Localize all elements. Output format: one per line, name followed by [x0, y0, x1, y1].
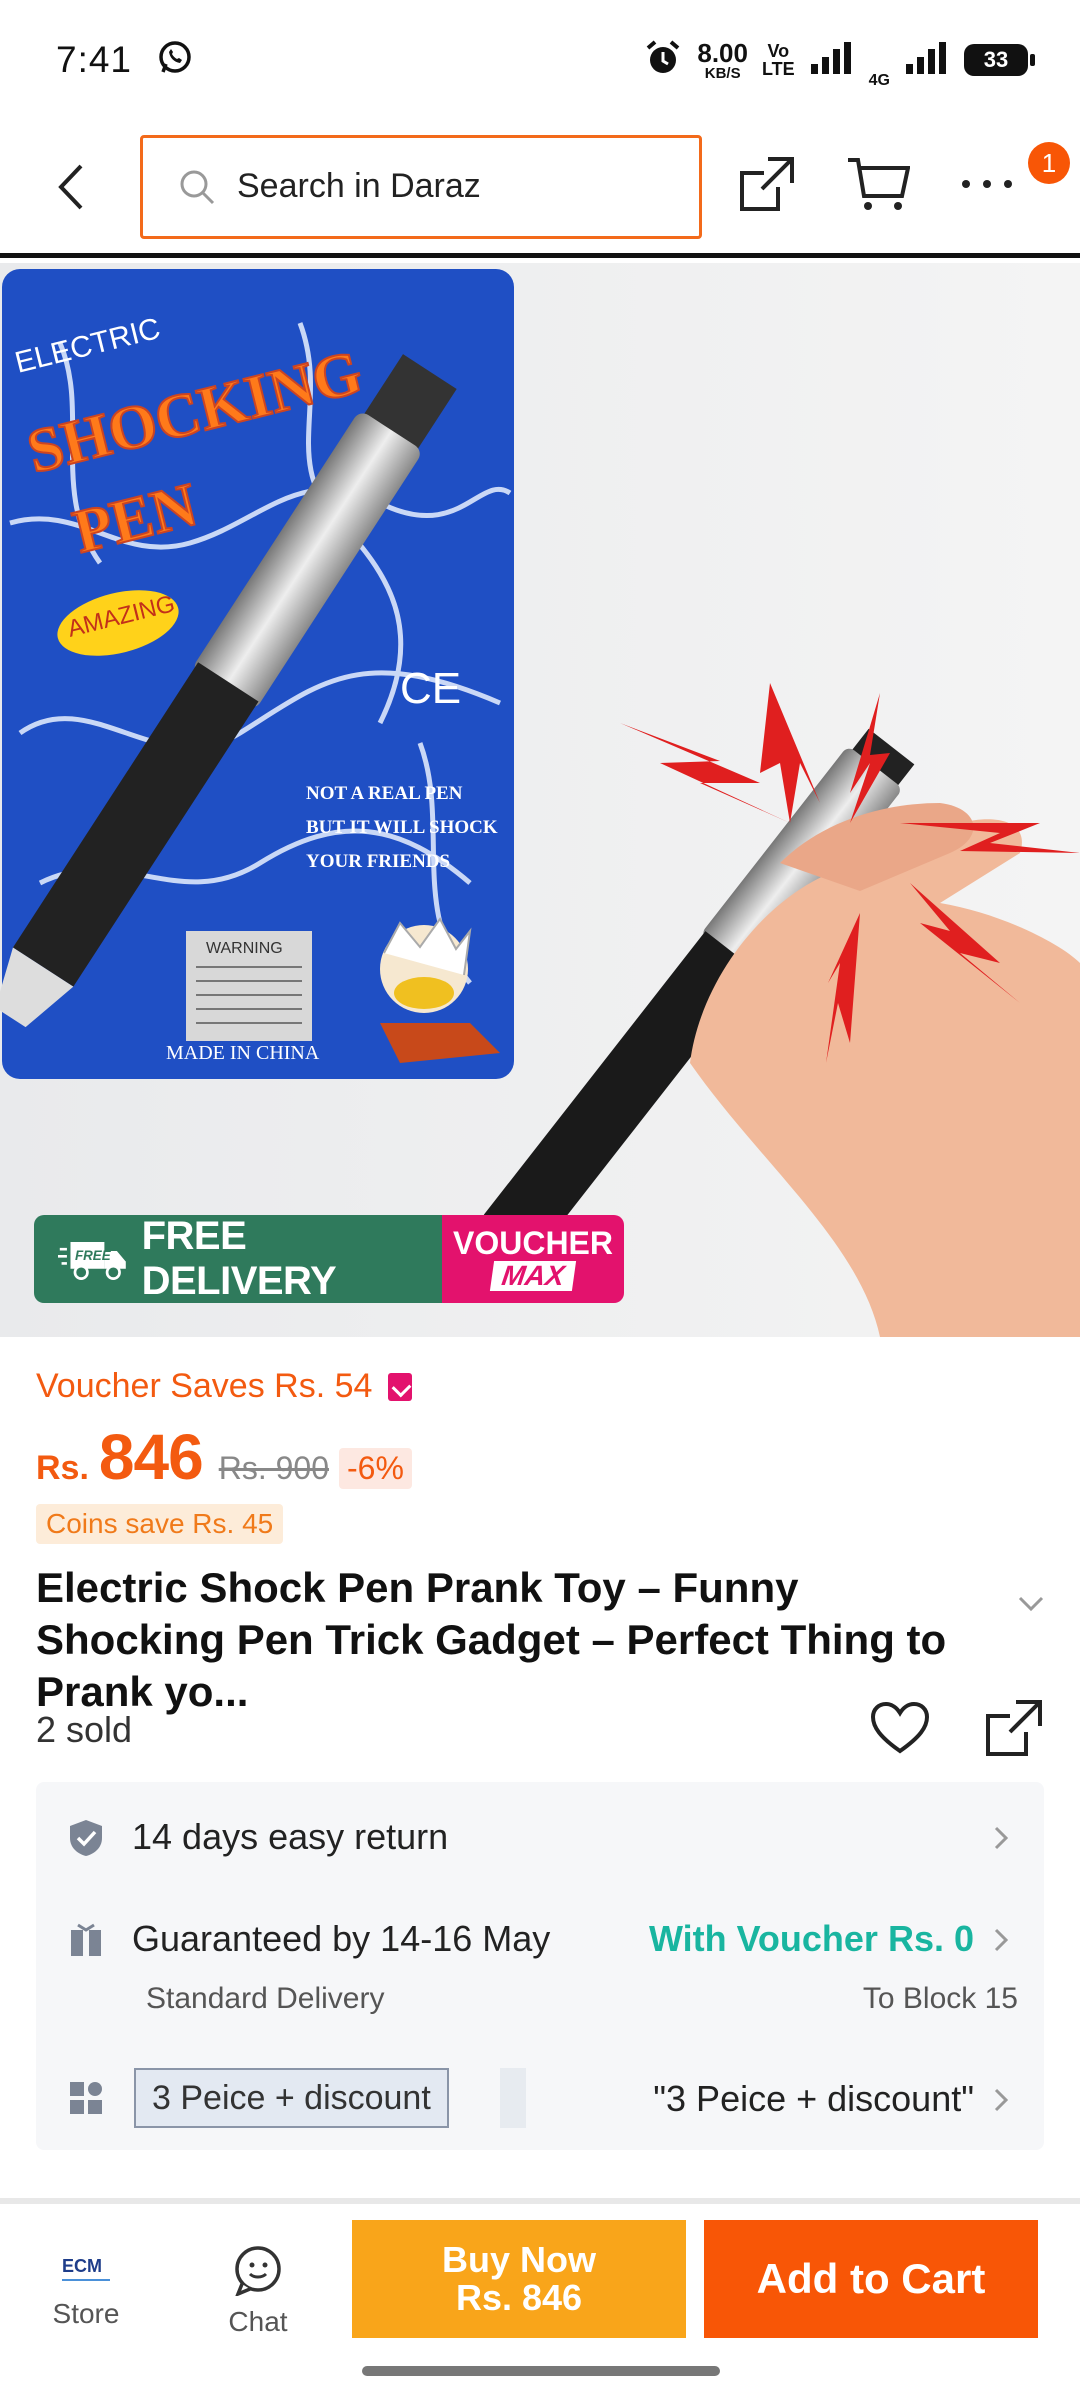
- svg-text:YOUR FRIENDS: YOUR FRIENDS: [306, 851, 450, 872]
- current-price: 846: [98, 1421, 204, 1493]
- svg-text:ECM: ECM: [62, 2256, 102, 2276]
- alarm-icon: [643, 38, 683, 83]
- search-input[interactable]: Search in Daraz: [140, 134, 702, 239]
- store-logo-icon: ECM: [62, 2256, 110, 2281]
- chat-button[interactable]: Chat: [216, 2244, 300, 2338]
- share-icon: [740, 157, 794, 211]
- delivery-guarantee: Guaranteed by 14-16 May: [132, 1918, 551, 1959]
- delivery-row[interactable]: Guaranteed by 14-16 May Standard Deliver…: [36, 1892, 1044, 2052]
- delivery-type: Standard Delivery: [146, 1982, 385, 2015]
- shield-check-icon: [70, 1820, 102, 1856]
- more-button[interactable]: [960, 174, 1014, 199]
- delivery-truck-icon: FREE: [58, 1242, 126, 1280]
- free-delivery-label: FREE DELIVERY: [141, 1215, 337, 1303]
- cart-button[interactable]: [846, 154, 911, 219]
- voucher-max-badge: VOUCHER MAX: [442, 1215, 624, 1303]
- variant-chip-more: [500, 2068, 526, 2128]
- delivery-fee: With Voucher Rs. 0: [648, 1918, 974, 1959]
- returns-text: 14 days easy return: [132, 1816, 449, 1857]
- svg-text:MADE IN CHINA: MADE IN CHINA: [166, 1042, 320, 1064]
- search-icon: [180, 170, 215, 204]
- sold-row: 2 sold: [36, 1698, 1044, 1763]
- signal-icon-2: [904, 40, 950, 81]
- discount-badge: -6%: [338, 1448, 412, 1489]
- notification-badge: 1: [1028, 142, 1070, 184]
- back-button[interactable]: [0, 120, 140, 253]
- store-label: Store: [52, 2298, 120, 2329]
- back-arrow-icon: [58, 164, 83, 209]
- product-image[interactable]: ELECTRIC SHOCKING PEN AMAZING CE NOT A R…: [0, 263, 1080, 1337]
- svg-text:CE: CE: [400, 664, 461, 713]
- status-bar: 7:41 8.00 KB/S Vo LTE 4G 33: [0, 0, 1080, 120]
- wishlist-button[interactable]: [870, 1701, 930, 1760]
- chat-label: Chat: [228, 2306, 288, 2337]
- original-price: Rs. 900: [218, 1450, 329, 1486]
- selected-variant: "3 Peice + discount": [653, 2078, 974, 2119]
- price-row: Rs. 846 Rs. 900 -6%: [36, 1420, 1044, 1494]
- price-section: Voucher Saves Rs. 54 Rs. 846 Rs. 900 -6%…: [0, 1337, 1080, 1544]
- svg-text:NOT A REAL PEN: NOT A REAL PEN: [306, 783, 463, 804]
- coins-save-badge: Coins save Rs. 45: [36, 1504, 284, 1544]
- top-search-bar: Search in Daraz 1: [0, 120, 1080, 258]
- volte-indicator: Vo LTE: [761, 41, 795, 79]
- package-icon: [71, 1923, 101, 1956]
- more-icon: [962, 180, 1012, 188]
- network-type: 4G: [868, 72, 890, 89]
- delivery-info-card: 14 days easy return Guaranteed by 14-16 …: [36, 1782, 1044, 2150]
- svg-text:FREE: FREE: [75, 1248, 112, 1263]
- product-title: Electric Shock Pen Prank Toy – Funny Sho…: [36, 1564, 947, 1715]
- status-time: 7:41: [56, 39, 133, 80]
- product-share-button[interactable]: [984, 1698, 1044, 1763]
- sold-count: 2 sold: [36, 1709, 133, 1750]
- share-button[interactable]: [738, 155, 796, 218]
- svg-text:WARNING: WARNING: [206, 940, 283, 957]
- product-title-row[interactable]: Electric Shock Pen Prank Toy – Funny Sho…: [36, 1562, 1044, 1718]
- grid-icon: [70, 2082, 102, 2114]
- svg-text:BUT IT WILL SHOCK: BUT IT WILL SHOCK: [306, 817, 498, 838]
- price-currency: Rs.: [36, 1449, 89, 1487]
- promo-banner: FREE FREE DELIVERY VOUCHER MAX: [34, 1215, 624, 1303]
- chat-icon: [235, 2246, 281, 2296]
- product-photo: ELECTRIC SHOCKING PEN AMAZING CE NOT A R…: [0, 263, 1080, 1337]
- store-button[interactable]: ECM Store: [44, 2252, 128, 2330]
- voucher-saves[interactable]: Voucher Saves Rs. 54: [36, 1367, 1044, 1406]
- chevron-right-icon: [994, 2088, 1008, 2112]
- voucher-icon: [388, 1372, 413, 1401]
- delivery-location: To Block 15: [862, 1982, 1018, 2015]
- network-speed: 8.00 KB/S: [697, 37, 748, 82]
- add-to-cart-button[interactable]: Add to Cart: [704, 2220, 1038, 2338]
- cart-icon: [848, 158, 911, 210]
- battery-icon: 33: [964, 44, 1035, 76]
- variant-chip[interactable]: 3 Peice + discount: [134, 2068, 449, 2128]
- returns-row[interactable]: 14 days easy return: [36, 1782, 1044, 1892]
- share-icon: [986, 1699, 1042, 1756]
- chevron-right-icon: [994, 1928, 1008, 1952]
- search-placeholder: Search in Daraz: [237, 167, 481, 205]
- home-indicator[interactable]: [362, 2366, 720, 2376]
- whatsapp-icon: [156, 39, 194, 82]
- free-delivery-badge: FREE FREE DELIVERY: [34, 1215, 442, 1303]
- buy-now-button[interactable]: Buy Now Rs. 846: [352, 2220, 686, 2338]
- heart-icon: [870, 1701, 930, 1753]
- chevron-right-icon: [994, 1826, 1008, 1850]
- signal-icon: [809, 40, 855, 81]
